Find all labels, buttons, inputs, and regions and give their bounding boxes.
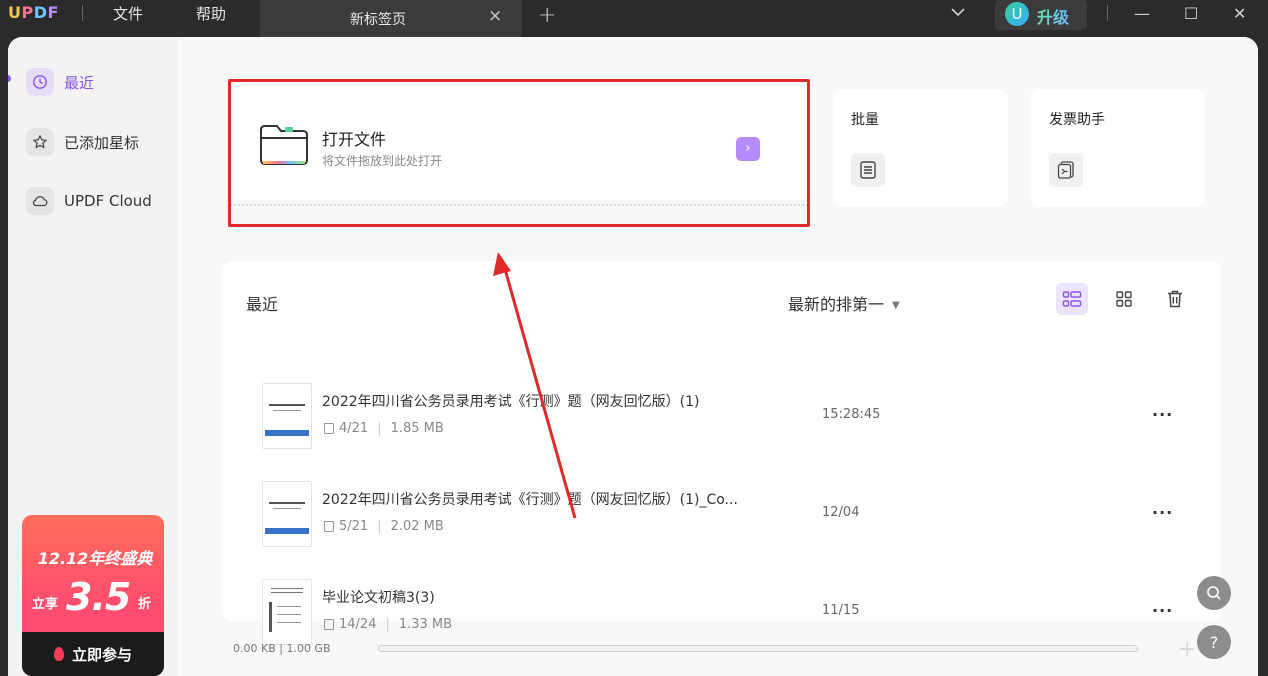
divider — [1107, 5, 1108, 21]
flame-icon — [53, 647, 64, 661]
file-time: 11/15 — [822, 603, 860, 618]
delete-button[interactable] — [1159, 283, 1191, 315]
file-meta: 14/24 | 1.33 MB — [324, 617, 452, 632]
file-row[interactable]: 2022年四川省公务员录用考试《行测》题（网友回忆版）(1) 4/21 | 1.… — [222, 383, 1222, 463]
file-thumbnail — [262, 579, 312, 645]
file-time: 12/04 — [822, 505, 860, 520]
invoice-title: 发票助手 — [1049, 112, 1105, 128]
batch-icon — [851, 153, 885, 187]
file-meta: 5/21 | 2.02 MB — [324, 519, 444, 534]
chevron-down-icon[interactable] — [950, 4, 966, 20]
sort-dropdown[interactable]: 最新的排第一 ▼ — [788, 291, 900, 315]
file-name: 2022年四川省公务员录用考试《行测》题（网友回忆版）(1) — [322, 394, 700, 410]
file-time: 15:28:45 — [822, 407, 881, 422]
sidebar-item-recent[interactable]: 最近 — [26, 67, 94, 97]
plus-icon: + — [1178, 637, 1197, 662]
file-name: 2022年四川省公务员录用考试《行测》题（网友回忆版）(1)_Co... — [322, 492, 738, 508]
promo-banner[interactable]: 12.12年终盛典 立享 3.5 折 立即参与 — [22, 515, 164, 676]
cloud-icon — [26, 187, 54, 215]
more-options-icon[interactable]: ··· — [1152, 601, 1173, 620]
clock-icon — [26, 68, 54, 96]
help-button[interactable]: ? — [1197, 625, 1231, 659]
search-icon — [1207, 586, 1221, 600]
divider: | — [377, 519, 382, 534]
title-bar: UPDF 文件 帮助 新标签页 × + U 升级 — ☐ ✕ — [0, 0, 1268, 37]
tab-title: 新标签页 — [350, 12, 406, 28]
star-icon — [26, 128, 54, 156]
invoice-card[interactable]: 发票助手 — [1031, 89, 1206, 207]
batch-title: 批量 — [851, 112, 879, 128]
divider: | — [377, 421, 382, 436]
recent-title: 最近 — [246, 295, 279, 314]
file-size: 1.33 MB — [398, 617, 453, 632]
divider: | — [385, 617, 390, 632]
avatar: U — [1005, 2, 1029, 26]
promo-discount-value: 3.5 — [66, 575, 131, 619]
active-indicator — [8, 75, 11, 82]
caret-down-icon: ▼ — [892, 300, 900, 311]
join-now-button[interactable]: 立即参与 — [22, 632, 164, 676]
file-pages: 4/21 — [339, 421, 369, 436]
minimize-button[interactable]: — — [1134, 4, 1150, 23]
maximize-button[interactable]: ☐ — [1184, 4, 1198, 23]
pages-icon — [324, 521, 334, 532]
invoice-icon — [1049, 153, 1083, 187]
close-window-button[interactable]: ✕ — [1233, 4, 1246, 23]
content-area: 打开文件 将文件拖放到此处打开 › 批量 发票助手 最近 最新的排第一 ▼ 20… — [178, 37, 1258, 676]
file-pages: 5/21 — [339, 519, 369, 534]
upgrade-button[interactable]: U 升级 — [995, 0, 1087, 30]
file-size: 2.02 MB — [390, 519, 444, 534]
open-file-subtitle: 将文件拖放到此处打开 — [322, 154, 443, 168]
open-file-card[interactable]: 打开文件 将文件拖放到此处打开 › — [230, 82, 808, 206]
list-view-button[interactable] — [1056, 283, 1088, 315]
file-thumbnail — [262, 481, 312, 547]
promo-discount: 立享 3.5 折 — [32, 571, 156, 619]
file-thumbnail — [262, 383, 312, 449]
drop-zone-border — [230, 204, 808, 206]
batch-card[interactable]: 批量 — [833, 89, 1008, 207]
sidebar: 最近 已添加星标 UPDF Cloud 12.12年终盛典 立享 3.5 折 立… — [8, 37, 178, 676]
recent-panel: 最近 最新的排第一 ▼ 2022年四川省公务员录用考试《行测》题（网友回忆版）(… — [222, 261, 1222, 645]
file-size: 1.85 MB — [390, 421, 444, 436]
file-row[interactable]: 2022年四川省公务员录用考试《行测》题（网友回忆版）(1)_Co... 5/2… — [222, 481, 1222, 561]
pages-icon — [324, 423, 334, 434]
search-button[interactable] — [1197, 576, 1231, 610]
updf-logo: UPDF — [8, 3, 59, 22]
main-window: 最近 已添加星标 UPDF Cloud 12.12年终盛典 立享 3.5 折 立… — [8, 37, 1258, 676]
promo-suffix: 折 — [138, 597, 152, 612]
close-tab-icon[interactable]: × — [488, 6, 502, 26]
tab-new[interactable]: 新标签页 × — [260, 0, 522, 37]
storage-usage: 0.00 KB | 1.00 GB — [233, 642, 331, 655]
file-pages: 14/24 — [339, 617, 377, 632]
file-name: 毕业论文初稿3(3) — [322, 590, 435, 606]
chevron-right-icon[interactable]: › — [736, 137, 760, 161]
menu-help[interactable]: 帮助 — [196, 3, 226, 24]
grid-view-button[interactable] — [1108, 283, 1140, 315]
more-options-icon[interactable]: ··· — [1152, 503, 1173, 522]
menu-file[interactable]: 文件 — [113, 3, 143, 24]
help-icon: ? — [1209, 632, 1219, 652]
more-options-icon[interactable]: ··· — [1152, 405, 1173, 424]
pages-icon — [324, 619, 334, 630]
sort-label: 最新的排第一 — [788, 295, 885, 314]
list-view-icon — [1062, 291, 1082, 307]
folder-icon — [260, 125, 308, 165]
sidebar-item-label: 最近 — [64, 73, 95, 92]
sidebar-item-label: 已添加星标 — [64, 133, 140, 152]
trash-icon — [1168, 290, 1182, 308]
sidebar-item-starred[interactable]: 已添加星标 — [26, 127, 139, 157]
sidebar-item-cloud[interactable]: UPDF Cloud — [26, 186, 152, 216]
join-now-label: 立即参与 — [71, 645, 132, 664]
storage-bar — [378, 645, 1138, 652]
promo-title: 12.12年终盛典 — [37, 549, 153, 568]
new-tab-button[interactable]: + — [538, 3, 556, 28]
promo-prefix: 立享 — [32, 597, 59, 612]
upgrade-label: 升级 — [1037, 4, 1069, 28]
open-file-title: 打开文件 — [322, 130, 387, 149]
file-meta: 4/21 | 1.85 MB — [324, 421, 444, 436]
sidebar-item-label: UPDF Cloud — [64, 192, 152, 210]
grid-view-icon — [1116, 291, 1132, 307]
divider — [82, 5, 83, 21]
